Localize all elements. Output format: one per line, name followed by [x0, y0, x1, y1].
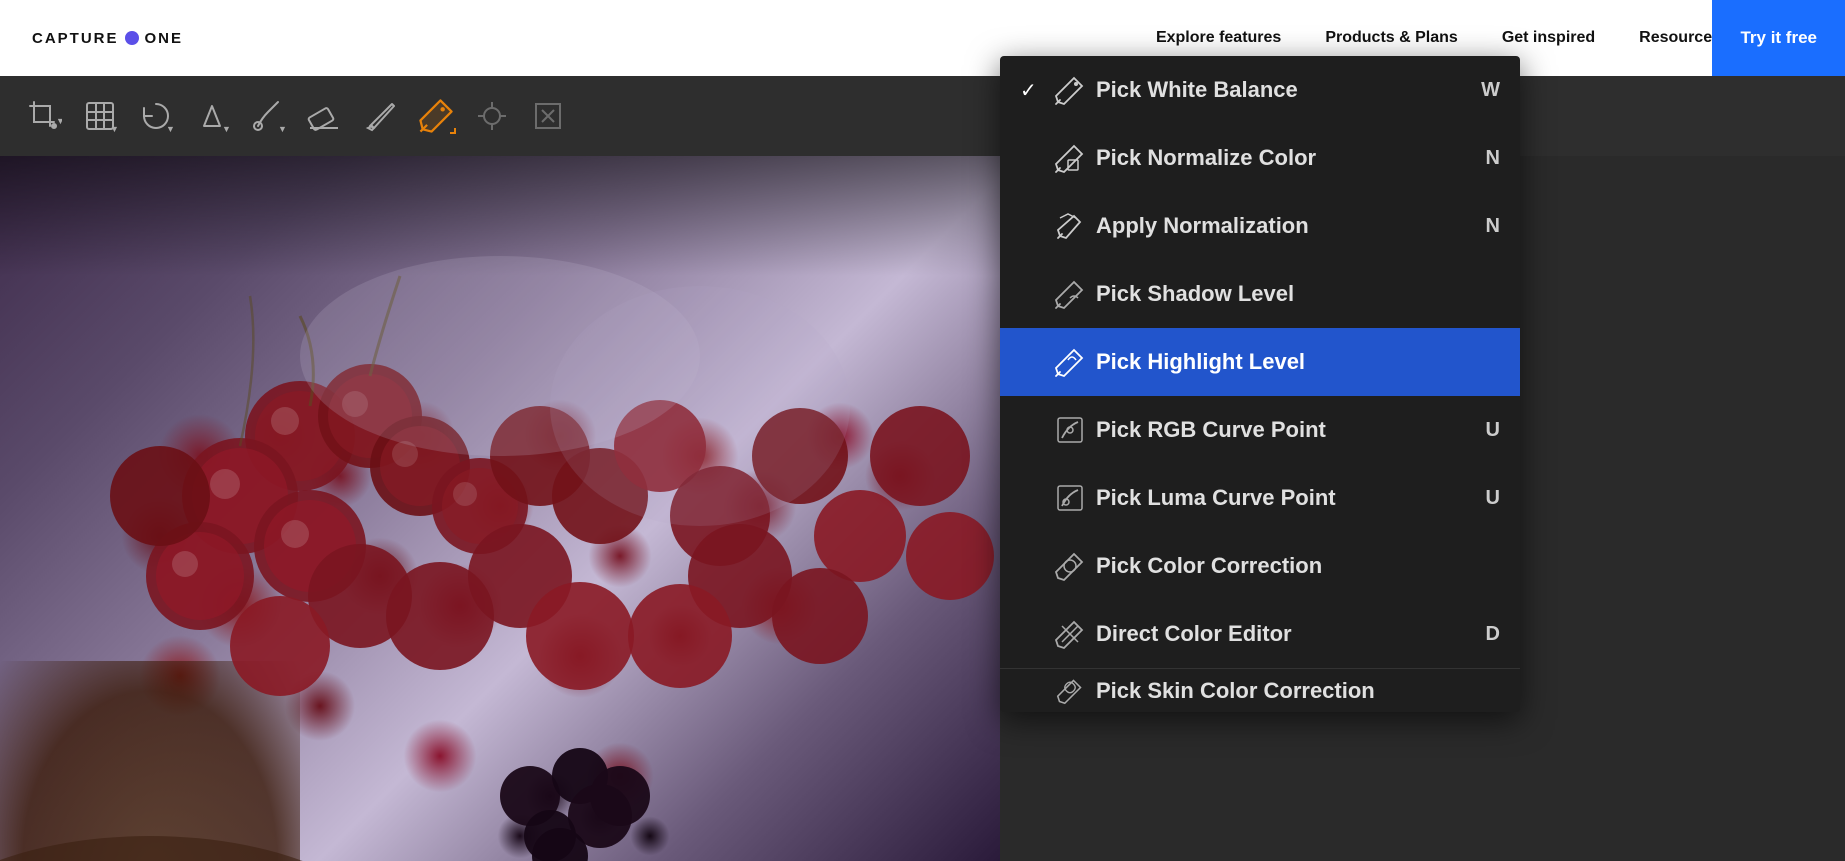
tool-extra-2[interactable]	[524, 88, 572, 144]
rotate-tool[interactable]: ▼	[132, 88, 180, 144]
icon-pick-rgb-curve-point	[1048, 408, 1092, 452]
menu-item-pick-shadow-level[interactable]: Pick Shadow Level	[1000, 260, 1520, 328]
photo-area	[0, 156, 1000, 861]
icon-pick-white-balance	[1048, 68, 1092, 112]
icon-pick-color-correction	[1048, 544, 1092, 588]
svg-text:▼: ▼	[56, 116, 62, 126]
try-it-free-button[interactable]: Try it free	[1712, 0, 1845, 76]
icon-pick-luma-curve-point	[1048, 476, 1092, 520]
tool-extra-1[interactable]	[468, 88, 516, 144]
shortcut-pick-white-balance: W	[1481, 79, 1500, 102]
berries-crust	[0, 661, 300, 861]
svg-text:▼: ▼	[110, 124, 118, 134]
logo: CAPTURE ONE	[32, 30, 183, 47]
label-pick-white-balance: Pick White Balance	[1092, 77, 1481, 103]
color-picker-tool[interactable]	[412, 88, 460, 144]
shortcut-pick-luma-curve-point: U	[1486, 487, 1500, 510]
svg-text:▼: ▼	[222, 124, 230, 134]
label-pick-luma-curve-point: Pick Luma Curve Point	[1092, 485, 1486, 511]
menu-item-direct-color-editor[interactable]: Direct Color Editor D	[1000, 600, 1520, 668]
label-pick-skin-color-correction: Pick Skin Color Correction	[1092, 678, 1500, 704]
shortcut-direct-color-editor: D	[1486, 623, 1500, 646]
nav-get-inspired[interactable]: Get inspired	[1502, 29, 1595, 47]
icon-pick-skin-color-correction	[1048, 669, 1092, 713]
pencil-tool[interactable]	[356, 88, 404, 144]
svg-text:▼: ▼	[166, 124, 174, 134]
menu-item-pick-normalize-color[interactable]: Pick Normalize Color N	[1000, 124, 1520, 192]
cursor-tools-dropdown: ✓ Pick White Balance W Pick Normalize Co…	[1000, 56, 1520, 712]
navbar: CAPTURE ONE Explore features Products & …	[0, 0, 1845, 76]
label-pick-rgb-curve-point: Pick RGB Curve Point	[1092, 417, 1486, 443]
toolbar: ▼ ▼ ▼ ▼ ▼	[0, 76, 1845, 156]
brush-tool[interactable]: ▼	[244, 88, 292, 144]
menu-item-pick-skin-color-correction[interactable]: Pick Skin Color Correction	[1000, 668, 1520, 712]
straighten-tool[interactable]: ▼	[76, 88, 124, 144]
label-pick-highlight-level: Pick Highlight Level	[1092, 349, 1500, 375]
icon-pick-normalize-color	[1048, 136, 1092, 180]
nav-resources[interactable]: Resources	[1639, 29, 1721, 47]
menu-item-pick-rgb-curve-point[interactable]: Pick RGB Curve Point U	[1000, 396, 1520, 464]
menu-item-pick-luma-curve-point[interactable]: Pick Luma Curve Point U	[1000, 464, 1520, 532]
label-pick-color-correction: Pick Color Correction	[1092, 553, 1500, 579]
icon-pick-highlight-level	[1048, 340, 1092, 384]
menu-item-pick-color-correction[interactable]: Pick Color Correction	[1000, 532, 1520, 600]
menu-item-apply-normalization[interactable]: Apply Normalization N	[1000, 192, 1520, 260]
label-pick-normalize-color: Pick Normalize Color	[1092, 145, 1486, 171]
logo-dot	[125, 31, 139, 45]
checkmark-pick-white-balance: ✓	[1020, 78, 1048, 103]
label-direct-color-editor: Direct Color Editor	[1092, 621, 1486, 647]
crop-tool[interactable]: ▼	[20, 88, 68, 144]
shortcut-pick-normalize-color: N	[1486, 147, 1500, 170]
icon-pick-shadow-level	[1048, 272, 1092, 316]
nav-explore-features[interactable]: Explore features	[1156, 29, 1281, 47]
shortcut-apply-normalization: N	[1486, 215, 1500, 238]
icon-direct-color-editor	[1048, 612, 1092, 656]
nav-links: Explore features Products & Plans Get in…	[1156, 29, 1721, 47]
label-pick-shadow-level: Pick Shadow Level	[1092, 281, 1500, 307]
eraser-tool[interactable]	[300, 88, 348, 144]
nav-products-plans[interactable]: Products & Plans	[1325, 29, 1457, 47]
shortcut-pick-rgb-curve-point: U	[1486, 419, 1500, 442]
keystone-tool[interactable]: ▼	[188, 88, 236, 144]
svg-text:▼: ▼	[278, 124, 286, 134]
menu-item-pick-highlight-level[interactable]: Pick Highlight Level	[1000, 328, 1520, 396]
menu-item-pick-white-balance[interactable]: ✓ Pick White Balance W	[1000, 56, 1520, 124]
label-apply-normalization: Apply Normalization	[1092, 213, 1486, 239]
photo-overlay	[0, 156, 1000, 276]
icon-apply-normalization	[1048, 204, 1092, 248]
